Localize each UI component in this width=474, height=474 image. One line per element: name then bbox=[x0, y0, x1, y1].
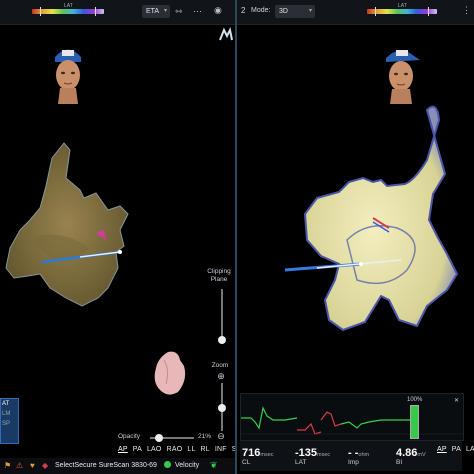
mode-dropdown[interactable]: 3D ▾ bbox=[275, 5, 315, 18]
left-status-bar: ⚑ ⚠ ♥ ◆ SelectSecure SureScan 3830-69 Ve… bbox=[0, 458, 235, 474]
lat-scale-label: LAT bbox=[398, 3, 407, 9]
ecg-waveform bbox=[241, 406, 463, 435]
expand-arrows-icon[interactable]: ⇿ bbox=[175, 6, 183, 17]
clipping-plane-label: Clipping Plane bbox=[207, 268, 231, 283]
view-button-inf[interactable]: INF bbox=[215, 446, 227, 453]
metric-caption: CL bbox=[242, 459, 251, 466]
signal-percent: 100% bbox=[407, 397, 423, 403]
heart-orientation-icon[interactable] bbox=[150, 350, 188, 398]
metric-cl: 716msec CL bbox=[242, 443, 274, 466]
metrics-panel: 716msec CL -135msec LAT - -ohm Imp 4.86mV BI bbox=[240, 441, 462, 471]
view-button-lao[interactable]: LAO bbox=[147, 446, 162, 453]
metric-unit: msec bbox=[260, 452, 274, 458]
legend-item: LM bbox=[2, 411, 11, 417]
metric-value: -135 bbox=[295, 447, 318, 459]
view-button-ap[interactable]: AP bbox=[437, 446, 447, 453]
opacity-knob[interactable] bbox=[155, 434, 164, 442]
metric-bi: 4.86mV BI bbox=[396, 443, 426, 466]
view-button-ll[interactable]: LL bbox=[187, 446, 195, 453]
chevron-down-icon: ▾ bbox=[163, 8, 167, 14]
clipping-plane-knob[interactable] bbox=[218, 336, 226, 344]
view-button-rl[interactable]: RL bbox=[201, 446, 210, 453]
lungs-icon: ❦ bbox=[210, 460, 218, 470]
right-toolbar: 2 Mode: 3D ▾ LAT ⋮ bbox=[237, 0, 474, 25]
warning-icon: ⚠ bbox=[16, 461, 24, 470]
mode-value: 3D bbox=[279, 8, 288, 15]
legend-panel[interactable]: AT LM SP bbox=[0, 398, 19, 444]
opacity-label: Opacity bbox=[118, 433, 141, 440]
metric-value: 4.86 bbox=[396, 447, 418, 459]
opacity-control: Opacity 21% bbox=[118, 432, 234, 444]
metric-caption: BI bbox=[396, 459, 403, 466]
lat-scale-label: LAT bbox=[64, 3, 73, 9]
ecg-close-icon[interactable]: ✕ bbox=[454, 397, 459, 404]
legend-item: AT bbox=[2, 401, 10, 407]
signal-level-bar bbox=[410, 405, 419, 439]
eta-dropdown[interactable]: ETA ▾ bbox=[142, 5, 170, 18]
metric-unit: mV bbox=[417, 452, 426, 458]
view-button-pa[interactable]: PA bbox=[452, 446, 461, 453]
heart-icon: ♥ bbox=[30, 461, 35, 470]
zoom-label: Zoom bbox=[211, 362, 229, 369]
view-button-la[interactable]: LA bbox=[466, 446, 474, 453]
view-buttons: APPALAORAOLLRLINFSU bbox=[118, 446, 235, 453]
metric-imp: - -ohm Imp bbox=[348, 443, 370, 466]
lead-icon: ◆ bbox=[42, 461, 49, 470]
catheter-icon: ⚑ bbox=[4, 461, 12, 470]
anatomical-map-left[interactable] bbox=[0, 138, 150, 313]
left-toolbar: LAT ETA ▾ ⇿ ⋯ ◉ bbox=[0, 0, 235, 25]
view-button-rao[interactable]: RAO bbox=[167, 446, 183, 453]
lat-color-scale bbox=[367, 7, 437, 16]
orientation-head-icon[interactable] bbox=[380, 44, 420, 104]
logo-icon bbox=[218, 26, 234, 42]
chevron-down-icon: ▾ bbox=[308, 8, 312, 14]
velocity-status-icon bbox=[164, 461, 171, 468]
metric-caption: LAT bbox=[295, 459, 307, 466]
pane-number: 2 bbox=[241, 6, 246, 15]
metric-value: - - bbox=[348, 447, 359, 459]
lat-color-scale bbox=[32, 7, 104, 16]
zoom-knob[interactable] bbox=[218, 404, 226, 412]
view-buttons: AP PA LA bbox=[437, 446, 474, 453]
metric-value: 716 bbox=[242, 447, 261, 459]
mode-label: Mode: bbox=[251, 7, 271, 14]
grid-dots-icon[interactable]: ⋯ bbox=[193, 6, 202, 17]
left-viewport[interactable]: LAT ETA ▾ ⇿ ⋯ ◉ Clipping Plane Zoom ⊕ ⊖ … bbox=[0, 0, 235, 474]
clipping-plane-slider[interactable] bbox=[221, 289, 223, 343]
more-options-icon[interactable]: ⋮ bbox=[462, 5, 471, 16]
anatomical-map-right[interactable] bbox=[277, 100, 474, 335]
lead-label: SelectSecure SureScan 3830-69 bbox=[55, 462, 157, 469]
signal-level-fill bbox=[411, 406, 418, 438]
metric-unit: msec bbox=[317, 452, 331, 458]
eta-label: ETA bbox=[146, 8, 160, 15]
view-button-pa[interactable]: PA bbox=[133, 446, 142, 453]
right-viewport[interactable]: 2 Mode: 3D ▾ LAT ⋮ ✕ 100% 716msec CL -13… bbox=[237, 0, 474, 474]
metric-lat: -135msec LAT bbox=[295, 443, 331, 466]
eye-icon[interactable]: ◉ bbox=[214, 5, 222, 16]
zoom-in-icon[interactable]: ⊕ bbox=[214, 372, 228, 381]
velocity-label: Velocity bbox=[175, 462, 200, 469]
metric-unit: ohm bbox=[358, 452, 370, 458]
legend-item: SP bbox=[2, 421, 11, 427]
metric-caption: Imp bbox=[348, 459, 359, 466]
orientation-head-icon[interactable] bbox=[50, 42, 86, 104]
opacity-value: 21% bbox=[198, 433, 212, 440]
view-button-ap[interactable]: AP bbox=[118, 446, 128, 453]
ecg-panel[interactable]: ✕ bbox=[240, 393, 464, 441]
